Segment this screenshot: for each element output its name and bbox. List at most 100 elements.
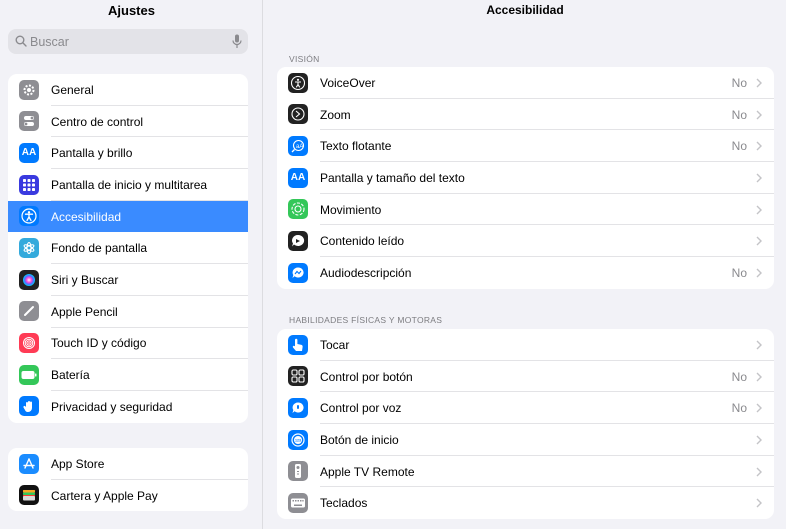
setting-label: Control por botón — [320, 369, 413, 384]
setting-home-button[interactable]: 123 Botón de inicio — [277, 424, 774, 456]
sidebar-item-touch-id[interactable]: Touch ID y código — [8, 328, 248, 360]
setting-value: No — [731, 76, 747, 90]
sidebar-item-label: Pantalla y brillo — [51, 146, 133, 161]
sidebar-item-label: Apple Pencil — [51, 304, 118, 319]
remote-icon — [288, 461, 308, 482]
text-size-icon: AA — [288, 167, 308, 188]
svg-text:123: 123 — [295, 438, 301, 442]
sidebar-item-wallpaper[interactable]: Fondo de pantalla — [8, 232, 248, 264]
accessibility-pane: Accesibilidad VISIÓN VoiceOver No Zoom N… — [264, 0, 786, 529]
chevron-right-icon — [756, 110, 762, 120]
text-size-icon: AA — [19, 142, 39, 163]
setting-motion[interactable]: Movimiento — [277, 194, 774, 226]
sidebar-item-label: Cartera y Apple Pay — [51, 488, 158, 503]
sidebar-item-battery[interactable]: Batería — [8, 359, 248, 391]
setting-value: No — [731, 369, 747, 384]
setting-label: Texto flotante — [320, 139, 392, 154]
home-button-icon: 123 — [288, 429, 308, 450]
sidebar-item-control-center[interactable]: Centro de control — [8, 106, 248, 138]
page-title: Accesibilidad — [486, 3, 564, 17]
sidebar-item-accessibility[interactable]: Accesibilidad — [8, 200, 248, 233]
setting-label: Movimiento — [320, 202, 382, 217]
battery-icon — [19, 364, 39, 385]
sidebar-item-label: App Store — [51, 456, 105, 471]
setting-value: No — [731, 401, 747, 416]
pencil-icon — [19, 301, 39, 322]
voiceover-icon — [288, 72, 308, 93]
search-icon — [15, 35, 27, 47]
microphone-icon[interactable] — [232, 34, 242, 49]
sidebar-item-wallet[interactable]: Cartera y Apple Pay — [8, 480, 248, 512]
sidebar-item-label: General — [51, 82, 94, 97]
switch-control-icon — [288, 366, 308, 387]
siri-icon — [19, 269, 39, 290]
sidebar-item-label: Fondo de pantalla — [51, 241, 148, 256]
setting-label: Control por voz — [320, 401, 402, 416]
setting-keyboards[interactable]: Teclados — [277, 487, 774, 519]
setting-voiceover[interactable]: VoiceOver No — [277, 67, 774, 99]
setting-value: No — [731, 107, 747, 122]
audio-description-icon — [288, 262, 308, 283]
sidebar-item-label: Batería — [51, 368, 90, 383]
sidebar-item-label: Siri y Buscar — [51, 272, 119, 287]
setting-label: Contenido leído — [320, 234, 405, 249]
chevron-right-icon — [756, 205, 762, 215]
setting-label: VoiceOver — [320, 76, 376, 90]
chevron-right-icon — [756, 372, 762, 382]
setting-value: No — [731, 139, 747, 154]
setting-audio-description[interactable]: Audiodescripción No — [277, 257, 774, 289]
gear-icon — [19, 79, 39, 100]
keyboard-icon — [288, 492, 308, 513]
setting-label: Audiodescripción — [320, 266, 412, 281]
flower-icon — [19, 237, 39, 258]
chevron-right-icon — [756, 435, 762, 445]
search-bar[interactable] — [8, 29, 248, 54]
chevron-right-icon — [756, 498, 762, 508]
chevron-right-icon — [756, 403, 762, 413]
setting-label: Teclados — [320, 496, 368, 511]
setting-zoom[interactable]: Zoom No — [277, 99, 774, 131]
hand-icon — [19, 396, 39, 417]
sidebar-item-general[interactable]: General — [8, 74, 248, 106]
sidebar-item-siri[interactable]: Siri y Buscar — [8, 264, 248, 296]
voice-control-icon — [288, 397, 308, 418]
chevron-right-icon — [756, 236, 762, 246]
sidebar-item-label: Touch ID y código — [51, 336, 147, 351]
vision-group: VoiceOver No Zoom No aA Texto flotante N… — [277, 67, 774, 289]
sidebar-item-apple-pencil[interactable]: Apple Pencil — [8, 296, 248, 328]
sidebar-item-app-store[interactable]: App Store — [8, 448, 248, 480]
fingerprint-icon — [19, 333, 39, 353]
setting-display-text-size[interactable]: AA Pantalla y tamaño del texto — [277, 162, 774, 194]
setting-apple-tv-remote[interactable]: Apple TV Remote — [277, 456, 774, 488]
setting-value: No — [731, 266, 747, 281]
sidebar-item-label: Accesibilidad — [51, 209, 122, 224]
setting-touch[interactable]: Tocar — [277, 329, 774, 361]
setting-label: Tocar — [320, 338, 350, 352]
accessibility-icon — [19, 206, 39, 227]
sidebar-item-home-screen[interactable]: Pantalla de inicio y multitarea — [8, 169, 248, 201]
grid-icon — [19, 174, 39, 195]
sidebar-item-label: Privacidad y seguridad — [51, 399, 173, 414]
sidebar-item-display[interactable]: AA Pantalla y brillo — [8, 137, 248, 169]
physical-motor-group: Tocar Control por botón No Control por v… — [277, 329, 774, 520]
search-input[interactable] — [30, 32, 220, 51]
sidebar-title: Ajustes — [108, 3, 155, 18]
setting-voice-control[interactable]: Control por voz No — [277, 392, 774, 424]
hover-text-icon: aA — [288, 135, 308, 156]
toggles-icon — [19, 111, 39, 132]
sidebar-item-label: Pantalla de inicio y multitarea — [51, 177, 208, 192]
zoom-icon — [288, 104, 308, 125]
chevron-right-icon — [756, 340, 762, 350]
settings-group-apps: App Store Cartera y Apple Pay — [8, 448, 248, 512]
setting-hover-text[interactable]: aA Texto flotante No — [277, 130, 774, 162]
setting-label: Botón de inicio — [320, 433, 399, 448]
app-store-icon — [19, 453, 39, 474]
chevron-right-icon — [756, 467, 762, 477]
touch-icon — [288, 334, 308, 355]
chevron-right-icon — [756, 173, 762, 183]
wallet-icon — [19, 485, 39, 506]
sidebar-item-privacy[interactable]: Privacidad y seguridad — [8, 391, 248, 423]
chevron-right-icon — [756, 78, 762, 88]
setting-spoken-content[interactable]: Contenido leído — [277, 225, 774, 257]
setting-switch-control[interactable]: Control por botón No — [277, 361, 774, 393]
